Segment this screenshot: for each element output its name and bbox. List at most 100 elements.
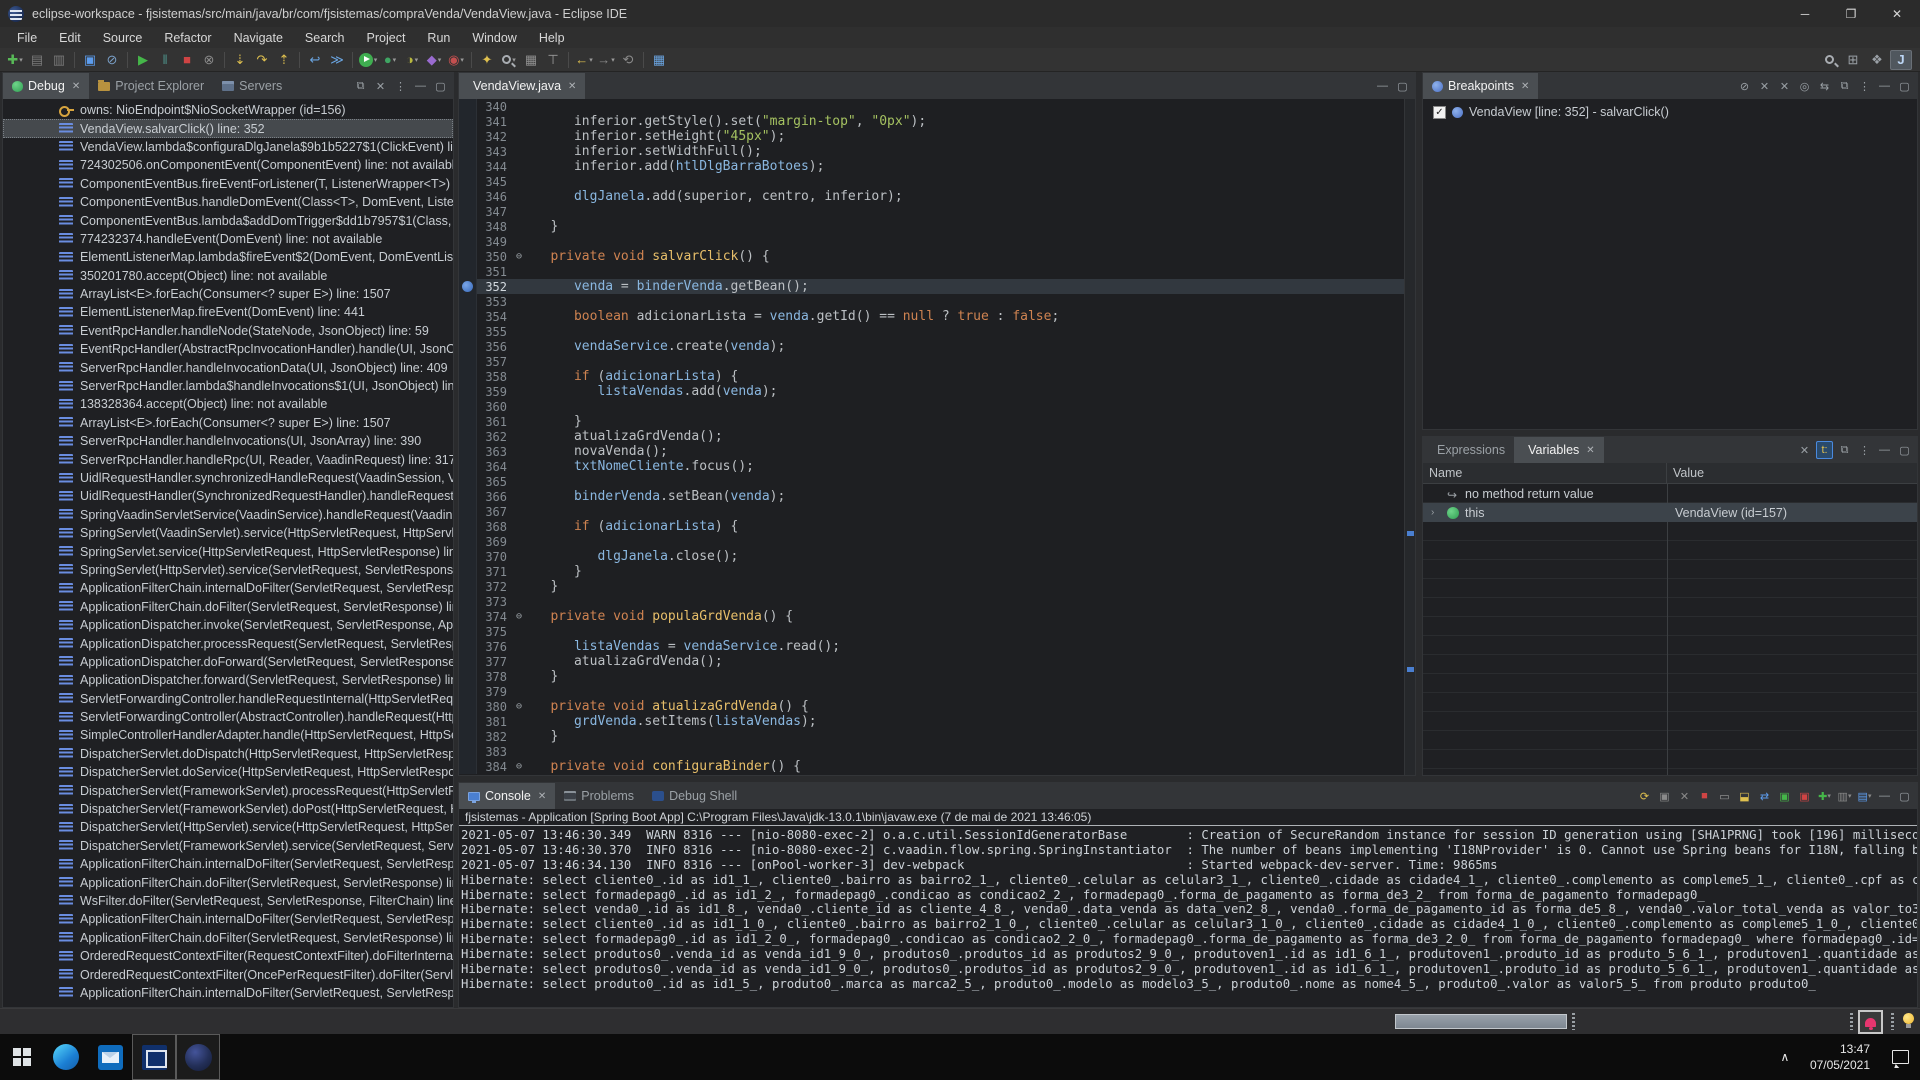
taskbar-clock[interactable]: 13:47 07/05/2021 — [1800, 1041, 1880, 1073]
column-header-value[interactable]: Value — [1667, 463, 1710, 483]
breakpoint-ruler[interactable] — [459, 414, 477, 429]
code-line[interactable]: 371 } — [459, 564, 1415, 579]
view-tab[interactable]: Project Explorer — [89, 73, 213, 99]
menu-item[interactable]: Help — [528, 29, 576, 47]
menu-item[interactable]: Source — [92, 29, 154, 47]
breakpoint-ruler[interactable] — [459, 699, 477, 714]
view-tab[interactable]: Console ✕ — [459, 783, 555, 809]
toolbar-divider[interactable] — [220, 50, 229, 70]
toolbar-divider[interactable] — [348, 50, 357, 70]
minimize-view-icon[interactable]: — — [1876, 441, 1893, 459]
code-line[interactable]: 359 listaVendas.add(venda); — [459, 384, 1415, 399]
forward-button[interactable]: → ▾ — [595, 50, 617, 70]
view-tab[interactable]: Debug ✕ — [3, 73, 89, 99]
breakpoint-ruler[interactable] — [459, 204, 477, 219]
stack-frame-row[interactable]: ApplicationFilterChain.internalDoFilter(… — [3, 984, 453, 1002]
code-line[interactable]: 351 — [459, 264, 1415, 279]
java-ee-perspective-button[interactable]: ❖ — [1866, 50, 1888, 70]
stack-frame-row[interactable]: OrderedRequestContextFilter(RequestConte… — [3, 947, 453, 965]
view-tab[interactable]: Servers — [213, 73, 291, 99]
stack-frame-row[interactable]: DispatcherServlet(FrameworkServlet).doPo… — [3, 800, 453, 818]
view-tab[interactable]: Debug Shell — [643, 783, 746, 809]
maximize-view-icon[interactable]: ▢ — [1896, 787, 1913, 805]
save-button[interactable]: ▤ — [26, 50, 48, 70]
display-selected-console-icon[interactable]: ▥ ▾ — [1836, 787, 1853, 805]
breakpoint-ruler[interactable] — [459, 549, 477, 564]
show-hidden-icons-button[interactable]: ∧ — [1770, 1050, 1800, 1064]
lightbulb-icon[interactable] — [1903, 1013, 1914, 1024]
code-editor[interactable]: 340 341 inferior.getStyle().set("margin-… — [459, 99, 1415, 775]
external-tools-button[interactable]: ◉ ▾ — [445, 50, 467, 70]
toolbar-divider[interactable] — [564, 50, 573, 70]
resume-button[interactable]: ▶ — [132, 50, 154, 70]
run-button[interactable]: ▾ — [357, 50, 379, 70]
stack-frame-row[interactable]: ServletForwardingController.handleReques… — [3, 690, 453, 708]
code-line[interactable]: 365 — [459, 474, 1415, 489]
code-line[interactable]: 344 inferior.add(htlDlgBarraBotoes); — [459, 159, 1415, 174]
code-line[interactable]: 348 } — [459, 219, 1415, 234]
breakpoint-ruler[interactable] — [459, 624, 477, 639]
terminate-button[interactable]: ■ — [176, 50, 198, 70]
variable-row[interactable]: no method return value — [1423, 484, 1917, 503]
close-icon[interactable]: ✕ — [1521, 81, 1529, 92]
use-step-filters-button[interactable]: ≫ — [326, 50, 348, 70]
code-line[interactable]: 360 — [459, 399, 1415, 414]
stack-frame-row[interactable]: SpringVaadinServletService(VaadinService… — [3, 506, 453, 524]
stack-frame-row[interactable]: SpringServlet.service(HttpServletRequest… — [3, 542, 453, 560]
close-icon[interactable]: ✕ — [568, 81, 576, 92]
open-window-button[interactable]: ▣ — [79, 50, 101, 70]
stack-frame-row[interactable]: ApplicationDispatcher.invoke(ServletRequ… — [3, 616, 453, 634]
toolbar-divider[interactable] — [639, 50, 648, 70]
close-window-button[interactable]: ✕ — [1874, 0, 1920, 27]
breakpoint-ruler[interactable] — [459, 294, 477, 309]
toolbar-divider[interactable] — [295, 50, 304, 70]
skip-all-breakpoints-button[interactable]: ⊘ — [101, 50, 123, 70]
stack-frame-row[interactable]: SpringServlet(VaadinServlet).service(Htt… — [3, 524, 453, 542]
code-line[interactable]: 353 — [459, 294, 1415, 309]
code-line[interactable]: 378 } — [459, 669, 1415, 684]
stack-frame-row[interactable]: ArrayList<E>.forEach(Consumer<? super E>… — [3, 285, 453, 303]
breakpoint-ruler[interactable] — [459, 234, 477, 249]
code-line[interactable]: 357 — [459, 354, 1415, 369]
pin-editor-button[interactable]: ⊤ — [542, 50, 564, 70]
breakpoint-ruler[interactable] — [459, 504, 477, 519]
new-wizard-button[interactable]: ✚ ▾ — [4, 50, 26, 70]
breakpoint-row[interactable]: ✓ VendaView [line: 352] - salvarClick() — [1423, 99, 1917, 119]
disconnect-button[interactable]: ⊗ — [198, 50, 220, 70]
code-line[interactable]: 345 — [459, 174, 1415, 189]
remove-all-breakpoints-icon[interactable]: ✕ — [1776, 77, 1793, 95]
coverage-button[interactable]: ◑ ▾ — [401, 50, 423, 70]
breakpoint-ruler[interactable] — [459, 129, 477, 144]
taskbar-app-window-button[interactable] — [132, 1034, 176, 1080]
breakpoint-ruler[interactable] — [459, 744, 477, 759]
fold-marker-icon[interactable] — [511, 761, 527, 772]
remove-selected-breakpoints-icon[interactable]: ✕ — [1756, 77, 1773, 95]
search-button[interactable]: ▾ — [498, 50, 520, 70]
code-line[interactable]: 343 inferior.setWidthFull(); — [459, 144, 1415, 159]
collapse-all-icon[interactable]: ⧉ — [1836, 77, 1853, 95]
menu-item[interactable]: Edit — [48, 29, 92, 47]
stack-frame-row[interactable]: owns: NioEndpoint$NioSocketWrapper (id=1… — [3, 101, 453, 119]
code-line[interactable]: 366 binderVenda.setBean(venda); — [459, 489, 1415, 504]
close-icon[interactable]: ✕ — [72, 81, 80, 92]
code-line[interactable]: 384 private void configuraBinder() { — [459, 759, 1415, 774]
stack-frame-row[interactable]: ApplicationDispatcher.processRequest(Ser… — [3, 634, 453, 652]
link-with-debug-icon[interactable]: ⇆ — [1816, 77, 1833, 95]
refresh-icon[interactable]: ⟳ — [1636, 787, 1653, 805]
stack-frame-row[interactable]: 138328364.accept(Object) line: not avail… — [3, 395, 453, 413]
stack-frame-row[interactable]: ComponentEventBus.handleDomEvent(Class<T… — [3, 193, 453, 211]
show-logical-structure-icon[interactable]: t: — [1816, 441, 1833, 459]
code-line[interactable]: 356 vendaService.create(venda); — [459, 339, 1415, 354]
code-line[interactable]: 370 dlgJanela.close(); — [459, 549, 1415, 564]
breakpoint-ruler[interactable] — [459, 309, 477, 324]
show-view-button[interactable]: ▦ — [520, 50, 542, 70]
breakpoint-ruler[interactable] — [459, 444, 477, 459]
stack-frame-row[interactable]: 350201780.accept(Object) line: not avail… — [3, 267, 453, 285]
code-line[interactable]: 373 — [459, 594, 1415, 609]
editor-tab[interactable]: VendaView.java ✕ — [459, 73, 585, 99]
breakpoint-ruler[interactable] — [459, 714, 477, 729]
breakpoint-ruler[interactable] — [459, 174, 477, 189]
stack-frame-row[interactable]: ElementListenerMap.lambda$fireEvent$2(Do… — [3, 248, 453, 266]
breakpoint-checkbox[interactable]: ✓ — [1433, 106, 1446, 119]
code-line[interactable]: 369 — [459, 534, 1415, 549]
